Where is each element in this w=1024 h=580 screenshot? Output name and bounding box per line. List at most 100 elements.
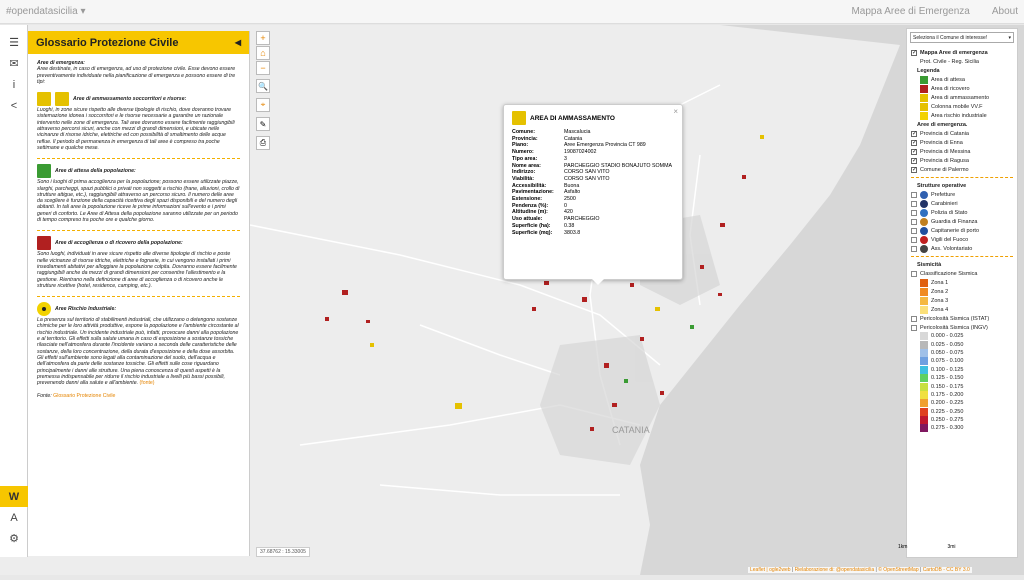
ingv-label: 0.275 - 0.300 — [931, 425, 964, 432]
province-checkbox[interactable] — [911, 166, 917, 173]
struttura-icon — [920, 208, 928, 217]
struttura-item[interactable]: Carabinieri — [907, 199, 1017, 208]
popup-value: 3 — [564, 155, 567, 162]
attribution-link[interactable]: ogle2web — [769, 567, 790, 573]
istat-checkbox[interactable] — [911, 315, 917, 322]
comune-select-value: Seleziona il Comune di interesse! — [913, 34, 988, 41]
popup-row: Accessibilità: Buona — [512, 183, 674, 190]
zone-label: Zona 2 — [931, 288, 949, 295]
province-checkbox[interactable] — [911, 130, 917, 137]
ingv-swatch — [920, 365, 928, 374]
city-label: CATANIA — [612, 425, 650, 435]
struttura-icon — [920, 226, 928, 235]
province-item[interactable]: Provincia di Ragusa — [907, 156, 1017, 165]
mail-icon[interactable]: ✉ — [0, 53, 28, 74]
ingv-label: 0.050 - 0.075 — [931, 349, 964, 356]
attribution-prefix[interactable]: Leaflet | — [750, 567, 769, 573]
struttura-item[interactable]: Capitanerie di porto — [907, 226, 1017, 235]
popup-value: Aree Emergenza Provincia CT 989 — [564, 142, 646, 149]
measure-icon[interactable]: ✎ — [256, 117, 270, 131]
search-icon[interactable]: 🔍 — [256, 79, 270, 93]
intro-title: Aree di emergenza: — [37, 60, 85, 66]
ingv-label: Pericolosità Sismica (INGV) — [920, 324, 988, 331]
attribution-link[interactable]: © OpenStreetMap — [878, 567, 918, 573]
strutture-list: Prefetture Carabinieri Polizia di Stato Gua… — [907, 190, 1017, 253]
ingv-checkbox[interactable] — [911, 324, 917, 331]
ammassamento-icon — [512, 111, 526, 125]
legend-swatch-icon — [920, 102, 928, 111]
menu-icon[interactable]: ☰ — [0, 32, 28, 53]
share-icon[interactable]: < — [0, 95, 28, 116]
popup-row: Superficie (mq): 3803.8 — [512, 230, 674, 237]
struttura-checkbox[interactable] — [911, 218, 917, 225]
info-icon[interactable]: i — [0, 74, 28, 95]
ingv-swatch — [920, 390, 928, 399]
print-icon[interactable]: ⎙ — [256, 136, 270, 150]
struttura-label: Prefetture — [931, 191, 956, 198]
struttura-checkbox[interactable] — [911, 245, 917, 252]
zoom-in-button[interactable]: + — [256, 31, 270, 45]
struttura-checkbox[interactable] — [911, 236, 917, 243]
collapse-icon[interactable]: ◀ — [235, 38, 241, 47]
popup-key: Superficie (mq): — [512, 229, 553, 236]
legend-swatch-icon — [920, 84, 928, 93]
popup-value: 19087024002 — [564, 149, 597, 156]
struttura-item[interactable]: Prefetture — [907, 190, 1017, 199]
nav-about[interactable]: About — [992, 6, 1018, 17]
section-title: Aree di ammassamento soccorritori e riso… — [73, 96, 187, 103]
zone-label: Zona 4 — [931, 306, 949, 313]
legend-item: Area di ricovero — [907, 84, 1017, 93]
popup-value: PARCHEGGIO STADIO BONAJUTO SOMMA — [564, 162, 673, 169]
popup-row: Tipo area: 3 — [512, 156, 674, 163]
gear-icon[interactable]: ⚙ — [0, 528, 28, 549]
struttura-item[interactable]: Ass. Volontariato — [907, 244, 1017, 253]
locate-icon[interactable]: ⌖ — [256, 98, 270, 112]
ingv-swatch — [920, 348, 928, 357]
struttura-item[interactable]: Polizia di Stato — [907, 208, 1017, 217]
province-item[interactable]: Comune di Palermo — [907, 165, 1017, 174]
province-label: Provincia di Ragusa — [920, 157, 969, 164]
struttura-item[interactable]: Guardia di Finanza — [907, 217, 1017, 226]
legend-item: Area rischio industriale — [907, 111, 1017, 120]
province-list: Provincia di Catania Provincia di Enna Pro… — [907, 129, 1017, 174]
zone-swatch — [920, 278, 928, 287]
close-icon[interactable]: × — [673, 107, 678, 116]
fonte-link[interactable]: (fonte) — [140, 380, 155, 386]
attribution-link[interactable]: Rielaborazione di: @opendatasicilia — [795, 567, 875, 573]
province-checkbox[interactable] — [911, 139, 917, 146]
main-layer-label: Mappa Aree di emergenza — [920, 49, 988, 56]
wikipedia-icon[interactable]: W — [0, 486, 28, 507]
zone-item: Zona 2 — [907, 287, 1017, 296]
ingv-swatch — [920, 399, 928, 408]
source-link[interactable]: Glossario Protezione Civile — [53, 393, 115, 399]
popup-row: Indirizzo: CORSO SAN VITO — [512, 169, 674, 176]
attribution-link[interactable]: CartoDB - CC BY 3.0 — [923, 567, 970, 573]
comune-select[interactable]: Seleziona il Comune di interesse! ▾ — [910, 32, 1014, 43]
province-item[interactable]: Provincia di Catania — [907, 129, 1017, 138]
ingv-item: 0.275 - 0.300 — [907, 424, 1017, 433]
zone-label: Zona 1 — [931, 279, 949, 286]
struttura-checkbox[interactable] — [911, 227, 917, 234]
province-checkbox[interactable] — [911, 157, 917, 164]
province-checkbox[interactable] — [911, 148, 917, 155]
ingv-label: 0.125 - 0.150 — [931, 375, 964, 382]
popup-row: Pavimentazione: Asfalto — [512, 189, 674, 196]
nav-mappa[interactable]: Mappa Aree di Emergenza — [851, 6, 969, 17]
zoom-out-button[interactable]: − — [256, 61, 270, 75]
struttura-checkbox[interactable] — [911, 191, 917, 198]
struttura-item[interactable]: Vigili del Fuoco — [907, 235, 1017, 244]
struttura-checkbox[interactable] — [911, 209, 917, 216]
main-layer-checkbox[interactable] — [911, 49, 917, 56]
province-item[interactable]: Provincia di Messina — [907, 147, 1017, 156]
province-item[interactable]: Provincia di Enna — [907, 138, 1017, 147]
brand-menu[interactable]: #opendatasicilia ▾ — [6, 6, 86, 17]
popup-row: Nome area: PARCHEGGIO STADIO BONAJUTO SOM… — [512, 163, 674, 170]
struttura-checkbox[interactable] — [911, 200, 917, 207]
font-icon[interactable]: A — [0, 507, 28, 528]
scale-bar: 1km 3mi — [898, 544, 956, 550]
ingv-label: 0.250 - 0.275 — [931, 417, 964, 424]
ingv-item: 0.025 - 0.050 — [907, 340, 1017, 349]
home-icon[interactable]: ⌂ — [256, 46, 270, 60]
classificazione-checkbox[interactable] — [911, 270, 917, 277]
legend-item: Area di ammassamento — [907, 93, 1017, 102]
